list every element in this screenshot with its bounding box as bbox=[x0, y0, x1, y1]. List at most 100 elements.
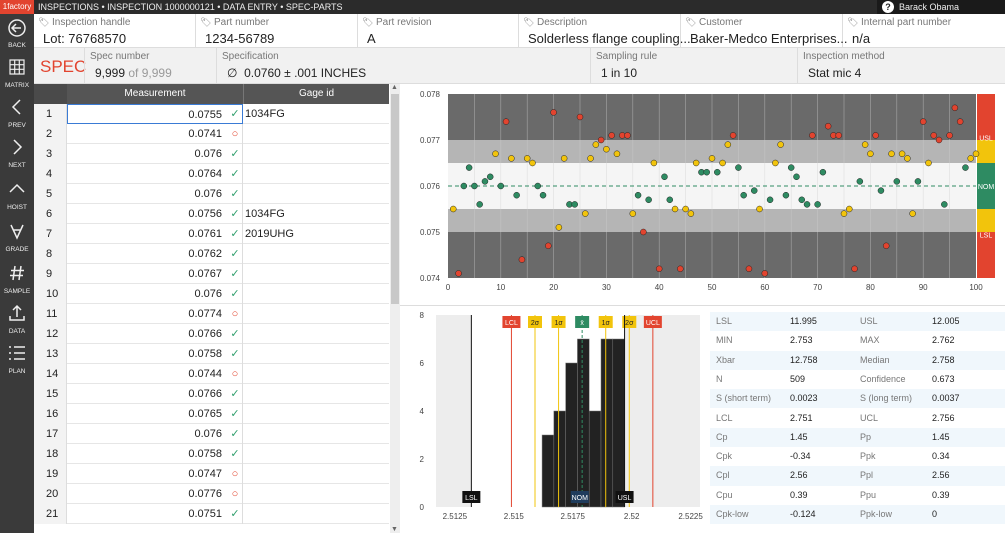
data-point bbox=[592, 141, 600, 148]
measurement-cell[interactable]: 0.0776 bbox=[67, 484, 243, 504]
field-customer[interactable]: 🏷 Customer Baker-Medco Enterprises... bbox=[681, 14, 848, 48]
data-point bbox=[803, 201, 811, 208]
sidebar-item-matrix[interactable]: MATRIX bbox=[0, 58, 34, 98]
sidebar-item-back[interactable]: BACK bbox=[0, 18, 34, 58]
stat-value: 0.673 bbox=[932, 373, 955, 384]
scroll-down-icon[interactable]: ▼ bbox=[391, 526, 398, 533]
measurement-cell[interactable]: 0.0751 bbox=[67, 504, 243, 524]
table-row[interactable]: 4 0.0764 ✓ bbox=[34, 164, 389, 184]
app-logo[interactable]: 1factory bbox=[0, 0, 34, 14]
measurement-cell[interactable]: 0.0747 bbox=[67, 464, 243, 484]
table-row[interactable]: 14 0.0744 ○ bbox=[34, 364, 389, 384]
gage-id-cell[interactable]: 1034FG bbox=[245, 204, 285, 224]
data-point bbox=[550, 109, 557, 116]
sidebar-item-next[interactable]: NEXT bbox=[0, 138, 34, 178]
measurement-cell[interactable]: 0.0761 bbox=[67, 224, 243, 244]
gage-id-cell[interactable]: 2019UHG bbox=[245, 224, 294, 244]
measurement-cell[interactable]: 0.076 bbox=[67, 424, 243, 444]
histogram[interactable]: 8 6 4 2 0 2.5125 2.515 2.5175 2.52 2.5225 LSL LCL 2σ… bbox=[400, 307, 710, 533]
histogram-bar bbox=[565, 362, 578, 508]
measurement-cell[interactable]: 0.076 bbox=[67, 184, 243, 204]
data-point bbox=[793, 173, 800, 181]
scroll-thumb[interactable] bbox=[391, 94, 399, 304]
table-row[interactable]: 2 0.0741 ○ bbox=[34, 124, 389, 144]
table-scrollbar[interactable]: ▲ ▼ bbox=[390, 84, 400, 533]
measurement-cell[interactable]: 0.0741 bbox=[67, 124, 243, 144]
table-row[interactable]: 5 0.076 ✓ bbox=[34, 184, 389, 204]
table-row[interactable]: 1 0.0755 ✓ 1034FG bbox=[34, 104, 389, 124]
table-row[interactable]: 16 0.0765 ✓ bbox=[34, 404, 389, 424]
field-internal-part-number[interactable]: 🏷 Internal part number n/a bbox=[843, 14, 1005, 48]
measurement-cell[interactable]: 0.0758 bbox=[67, 444, 243, 464]
table-row[interactable]: 12 0.0766 ✓ bbox=[34, 324, 389, 344]
data-point bbox=[523, 155, 531, 162]
header-measurement[interactable]: Measurement bbox=[67, 84, 243, 104]
table-row[interactable]: 3 0.076 ✓ bbox=[34, 144, 389, 164]
field-part-revision[interactable]: 🏷 Part revision A bbox=[358, 14, 519, 48]
spec-number[interactable]: Spec number 9,999 of 9,999 bbox=[90, 48, 215, 84]
sidebar-item-hoist[interactable]: HOIST bbox=[0, 180, 34, 220]
tag-icon: 🏷 bbox=[200, 17, 212, 27]
measurement-cell[interactable]: 0.0774 bbox=[67, 304, 243, 324]
y-tick-label: 0.077 bbox=[420, 136, 441, 145]
measurement-cell[interactable]: 0.0744 bbox=[67, 364, 243, 384]
field-description[interactable]: 🏷 Description Solderless flange coupling… bbox=[519, 14, 691, 48]
table-row[interactable]: 8 0.0762 ✓ bbox=[34, 244, 389, 264]
measurement-cell[interactable]: 0.0756 bbox=[67, 204, 243, 224]
data-point bbox=[951, 104, 959, 112]
measurement-cell[interactable]: 0.0762 bbox=[67, 244, 243, 264]
user-menu[interactable]: ? Barack Obama bbox=[877, 0, 1005, 14]
measurement-cell[interactable]: 0.0765 bbox=[67, 404, 243, 424]
upper-warn-band bbox=[977, 140, 995, 163]
table-row[interactable]: 19 0.0747 ○ bbox=[34, 464, 389, 484]
measurement-cell[interactable]: 0.0755 bbox=[67, 104, 243, 124]
field-part-number[interactable]: 🏷 Part number 1234-56789 bbox=[196, 14, 358, 48]
table-row[interactable]: 20 0.0776 ○ bbox=[34, 484, 389, 504]
table-row[interactable]: 18 0.0758 ✓ bbox=[34, 444, 389, 464]
gage-id-cell[interactable]: 1034FG bbox=[245, 104, 285, 124]
field-inspection-handle[interactable]: 🏷 Inspection handle Lot: 76768570 bbox=[34, 14, 196, 48]
table-row[interactable]: 17 0.076 ✓ bbox=[34, 424, 389, 444]
help-icon[interactable]: ? bbox=[882, 1, 894, 13]
sidebar-item-grade[interactable]: GRADE bbox=[0, 222, 34, 262]
data-point bbox=[904, 155, 911, 162]
stat-label: Cpk-low bbox=[716, 509, 749, 519]
measurement-cell[interactable]: 0.0766 bbox=[67, 324, 243, 344]
sidebar-item-data[interactable]: DATA bbox=[0, 304, 34, 344]
stat-row: Xbar 12.758 Median 2.758 bbox=[710, 350, 1005, 370]
measurement-cell[interactable]: 0.0758 bbox=[67, 344, 243, 364]
chevron-up-icon bbox=[0, 180, 34, 204]
sidebar-item-prev[interactable]: PREV bbox=[0, 98, 34, 138]
data-point bbox=[692, 159, 700, 167]
field-label: Part revision bbox=[376, 17, 432, 28]
scroll-up-icon[interactable]: ▲ bbox=[391, 84, 398, 91]
data-point bbox=[529, 159, 536, 167]
table-row[interactable]: 15 0.0766 ✓ bbox=[34, 384, 389, 404]
sidebar-item-sample[interactable]: SAMPLE bbox=[0, 264, 34, 304]
sidebar-item-plan[interactable]: PLAN bbox=[0, 344, 34, 384]
x-tick-label: 2.5175 bbox=[560, 512, 585, 521]
table-row[interactable]: 13 0.0758 ✓ bbox=[34, 344, 389, 364]
out-of-spec-icon: ○ bbox=[231, 488, 239, 500]
measurement-cell[interactable]: 0.0764 bbox=[67, 164, 243, 184]
table-row[interactable]: 10 0.076 ✓ bbox=[34, 284, 389, 304]
table-row[interactable]: 21 0.0751 ✓ bbox=[34, 504, 389, 524]
measurement-cell[interactable]: 0.076 bbox=[67, 284, 243, 304]
breadcrumb[interactable]: INSPECTIONS • INSPECTION 1000000121 • DA… bbox=[38, 0, 343, 14]
run-chart[interactable]: USL NOM LSL 0.078 0.077 0.076 0.075 0.074 0 10 20 3… bbox=[400, 84, 1005, 306]
table-row[interactable]: 6 0.0756 ✓ 1034FG bbox=[34, 204, 389, 224]
stat-value: 2.56 bbox=[790, 470, 808, 481]
out-of-spec-icon: ○ bbox=[231, 128, 239, 140]
table-row[interactable]: 7 0.0761 ✓ 2019UHG bbox=[34, 224, 389, 244]
x-tick-label: 70 bbox=[813, 283, 822, 292]
data-point bbox=[750, 187, 758, 194]
measurement-cell[interactable]: 0.076 bbox=[67, 144, 243, 164]
table-row[interactable]: 11 0.0774 ○ bbox=[34, 304, 389, 324]
sidebar-label: NEXT bbox=[8, 162, 26, 169]
measurement-cell[interactable]: 0.0767 bbox=[67, 264, 243, 284]
data-point bbox=[539, 191, 547, 199]
header-gage-id[interactable]: Gage id bbox=[243, 84, 389, 104]
data-point bbox=[671, 205, 679, 213]
table-row[interactable]: 9 0.0767 ✓ bbox=[34, 264, 389, 284]
measurement-cell[interactable]: 0.0766 bbox=[67, 384, 243, 404]
